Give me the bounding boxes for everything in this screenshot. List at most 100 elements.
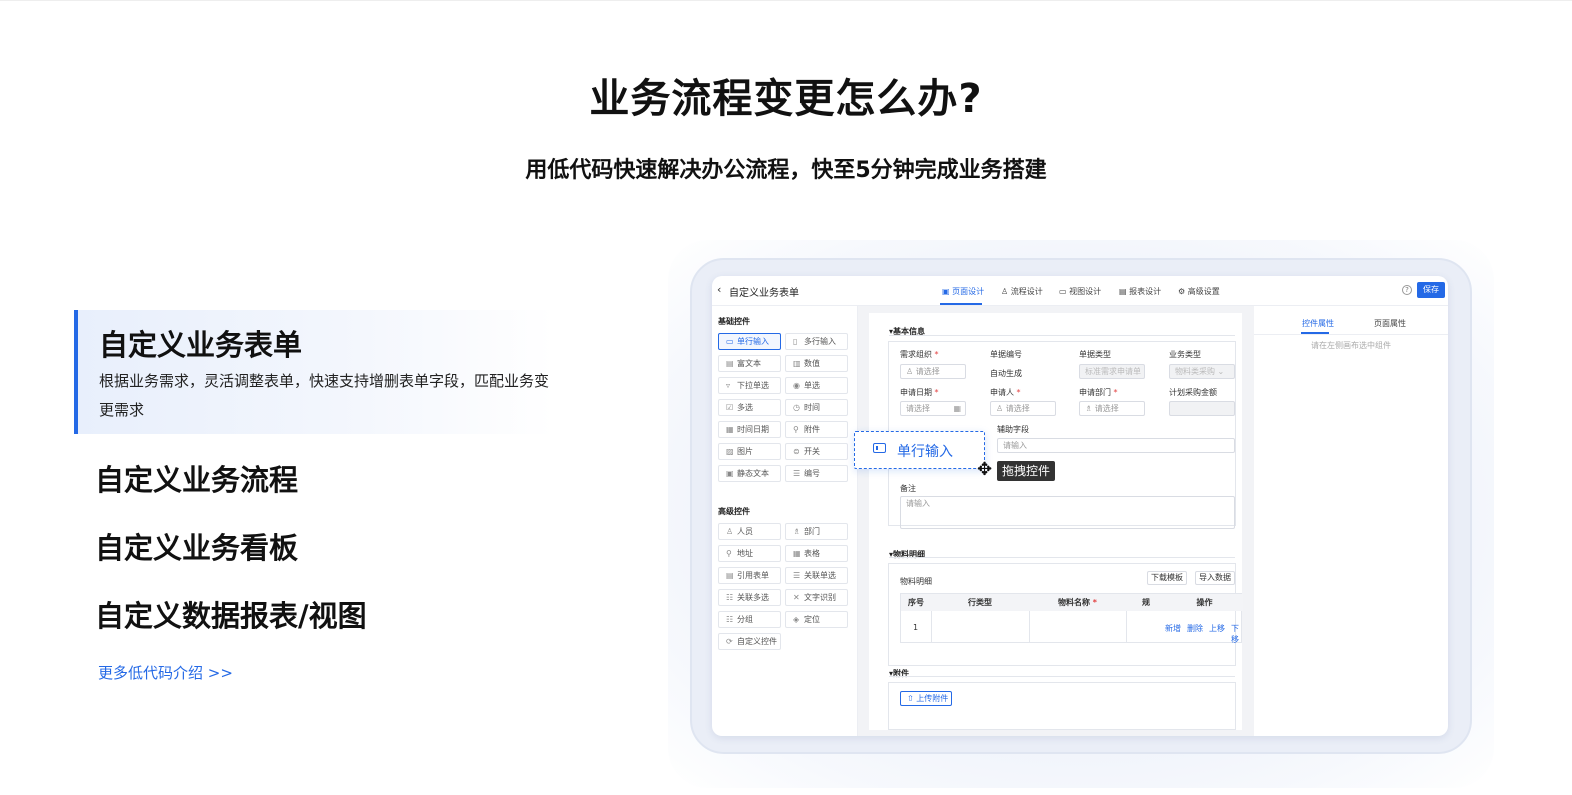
- table-col-divider: [1029, 611, 1030, 643]
- label-text: 申请日期: [900, 388, 932, 397]
- list-number-icon: ☰: [793, 469, 801, 478]
- control-time[interactable]: ◷ 时间: [785, 399, 848, 416]
- tab-process-design[interactable]: ♙ 流程设计: [1001, 286, 1043, 297]
- control-reference-form[interactable]: ▤ 引用表单: [718, 567, 781, 584]
- control-location[interactable]: ◈ 定位: [785, 611, 848, 628]
- control-dropdown-single[interactable]: ▿ 下拉单选: [718, 377, 781, 394]
- feature-item-form[interactable]: 自定义业务表单 根据业务需求，灵活调整表单，快速支持增删表单字段，匹配业务变更需…: [74, 310, 554, 434]
- page-subtitle: 用低代码快速解决办公流程，快至5分钟完成业务搭建: [525, 158, 1047, 183]
- tab-page-design[interactable]: ▣ 页面设计: [942, 286, 984, 297]
- control-number[interactable]: ▥ 数值: [785, 355, 848, 372]
- input-dept[interactable]: ♗ 请选择: [1079, 401, 1145, 416]
- control-label: 单行输入: [737, 337, 769, 346]
- basic-controls-heading: 基础控件: [718, 317, 750, 326]
- switch-icon: ⊜: [793, 447, 800, 456]
- tab-label: 报表设计: [1129, 287, 1162, 296]
- feature-item-report[interactable]: 自定义数据报表/视图: [95, 593, 367, 635]
- label-applicant: 申请人 *: [990, 388, 1021, 397]
- control-attachment[interactable]: ⚲ 附件: [785, 421, 848, 438]
- tab-label: 流程设计: [1010, 287, 1043, 296]
- textarea-remark[interactable]: 请输入: [900, 496, 1235, 529]
- control-label: 数值: [804, 359, 820, 368]
- dropdown-icon: ▿: [726, 381, 731, 390]
- select-value: 物料类采购: [1175, 367, 1215, 376]
- input-date[interactable]: 请选择 ▦: [900, 401, 966, 416]
- control-palette: 基础控件 ▭ 单行输入 ▯ 多行输入 ▤ 富文本 ▥ 数值 ▿ 下拉单选 ◉ 单选 ☑ 多选 …: [712, 306, 858, 736]
- label-doc-type: 单据类型: [1079, 350, 1111, 359]
- control-serial-number[interactable]: ☰ 编号: [785, 465, 848, 482]
- drag-label: 单行输入: [897, 444, 953, 460]
- control-table[interactable]: ▦ 表格: [785, 545, 848, 562]
- label-org: 需求组织 *: [900, 350, 939, 359]
- group-divider: [889, 676, 1235, 677]
- control-switch[interactable]: ⊜ 开关: [785, 443, 848, 460]
- tab-advanced-settings[interactable]: ⚙ 高级设置: [1178, 286, 1220, 297]
- list-check-icon: ☷: [726, 593, 734, 602]
- feature-item-process[interactable]: 自定义业务流程: [95, 457, 298, 499]
- row-move-down-link[interactable]: 下移: [1231, 623, 1241, 645]
- control-label: 下拉单选: [737, 381, 769, 390]
- input-aux[interactable]: 请输入: [997, 438, 1235, 453]
- control-label: 关联多选: [737, 593, 769, 602]
- control-rich-text[interactable]: ▤ 富文本: [718, 355, 781, 372]
- row-delete-link[interactable]: 删除: [1187, 623, 1203, 634]
- row-add-link[interactable]: 新增: [1165, 623, 1181, 634]
- tab-page-properties[interactable]: 页面属性: [1374, 318, 1406, 329]
- row-move-up-link[interactable]: 上移: [1209, 623, 1225, 634]
- checkbox-icon: ☑: [726, 403, 734, 412]
- input-amount[interactable]: [1169, 401, 1235, 416]
- label-amount: 计划采购金额: [1169, 388, 1217, 397]
- empty-selection-hint: 请在左侧画布选中组件: [1311, 341, 1391, 350]
- list-icon: ☰: [793, 571, 801, 580]
- dragging-control-ghost[interactable]: 单行输入: [854, 431, 985, 469]
- control-radio[interactable]: ◉ 单选: [785, 377, 848, 394]
- control-static-text[interactable]: ▣ 静态文本: [718, 465, 781, 482]
- control-image[interactable]: ▨ 图片: [718, 443, 781, 460]
- tab-control-properties[interactable]: 控件属性: [1302, 318, 1334, 329]
- control-label: 分组: [737, 615, 753, 624]
- upload-attachment-button[interactable]: ⇧ 上传附件: [900, 691, 952, 706]
- control-linked-single[interactable]: ☰ 关联单选: [785, 567, 848, 584]
- app-title: 自定义业务表单: [729, 288, 799, 299]
- tab-label: 视图设计: [1069, 287, 1102, 296]
- more-lowcode-link[interactable]: 更多低代码介绍 >>: [98, 662, 233, 683]
- group-attach-title: ▾附件: [889, 669, 910, 678]
- select-doc-type[interactable]: 标准需求申请单 ⌄: [1079, 364, 1145, 379]
- label-aux: 辅助字段: [997, 425, 1029, 434]
- group-icon: ♗: [793, 527, 801, 536]
- control-label: 富文本: [737, 359, 761, 368]
- control-person[interactable]: ♙ 人员: [718, 523, 781, 540]
- control-address[interactable]: ⚲ 地址: [718, 545, 781, 562]
- control-linked-multi[interactable]: ☷ 关联多选: [718, 589, 781, 606]
- back-icon[interactable]: ‹: [717, 283, 721, 296]
- control-checkbox[interactable]: ☑ 多选: [718, 399, 781, 416]
- control-single-line-input[interactable]: ▭ 单行输入: [718, 333, 781, 350]
- target-icon: ◈: [793, 615, 800, 624]
- group-divider: [889, 557, 1235, 558]
- input-applicant[interactable]: ♙ 请选择: [990, 401, 1056, 416]
- input-org[interactable]: ♙ 请选择: [900, 364, 966, 379]
- label-dept: 申请部门 *: [1079, 388, 1118, 397]
- help-icon[interactable]: ?: [1402, 285, 1412, 295]
- feature-item-board[interactable]: 自定义业务看板: [95, 525, 298, 567]
- group-divider: [889, 335, 1235, 336]
- control-multi-line-input[interactable]: ▯ 多行输入: [785, 333, 848, 350]
- tab-active-indicator: [940, 303, 982, 305]
- table-header-material-name: 物料名称 *: [1029, 594, 1126, 611]
- top-divider: [0, 0, 1572, 1]
- tab-view-design[interactable]: ▭ 视图设计: [1059, 286, 1101, 297]
- save-button[interactable]: 保存: [1417, 282, 1445, 298]
- select-biz-type[interactable]: 物料类采购 ⌄: [1169, 364, 1235, 379]
- import-data-button[interactable]: 导入数据: [1195, 571, 1235, 585]
- tab-report-design[interactable]: ▤ 报表设计: [1119, 286, 1161, 297]
- control-group[interactable]: ☷ 分组: [718, 611, 781, 628]
- download-template-button[interactable]: 下载模板: [1147, 571, 1187, 585]
- table-icon: ▦: [793, 549, 801, 558]
- control-label: 定位: [804, 615, 820, 624]
- control-department[interactable]: ♗ 部门: [785, 523, 848, 540]
- user-icon: ♙: [726, 527, 734, 536]
- control-datetime[interactable]: ▦ 时间日期: [718, 421, 781, 438]
- page-title: 业务流程变更怎么办?: [589, 76, 983, 122]
- control-custom[interactable]: ⟳ 自定义控件: [718, 633, 781, 650]
- control-ocr[interactable]: ✕ 文字识别: [785, 589, 848, 606]
